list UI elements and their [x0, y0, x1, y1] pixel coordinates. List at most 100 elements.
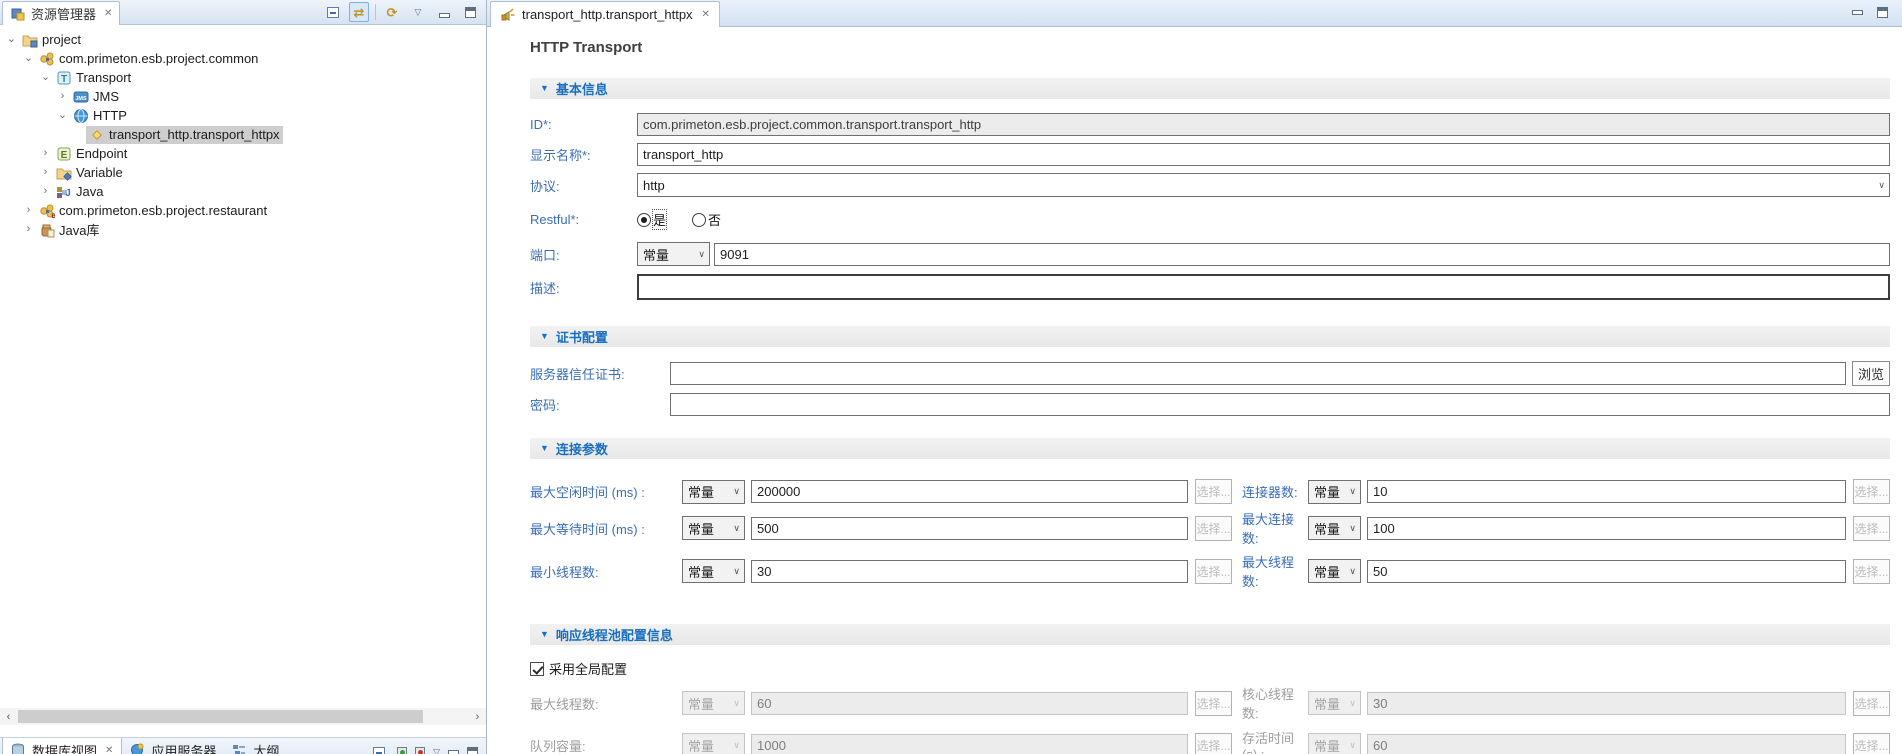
tab-app-server[interactable]: 应用服务器 [122, 738, 224, 754]
select-button[interactable]: 选择... [1853, 691, 1890, 716]
explorer-icon [10, 6, 26, 22]
max-idle-time-input[interactable] [751, 480, 1188, 503]
tree-row-project-common[interactable]: ⌄ com.primeton.esb.project.common [0, 49, 486, 68]
expander-open-icon[interactable]: ⌄ [55, 110, 70, 121]
description-textarea[interactable] [637, 274, 1890, 300]
server-start-icon[interactable] [397, 747, 407, 754]
expander-open-icon[interactable]: ⌄ [38, 72, 53, 83]
editor-tab-transport-http[interactable]: transport_http.transport_httpx ✕ [490, 1, 720, 27]
view-menu-icon[interactable]: ▽ [408, 2, 428, 22]
select-button[interactable]: 选择... [1853, 479, 1890, 504]
connector-count-input[interactable] [1367, 480, 1846, 503]
tree-row-project[interactable]: ⌄ project [0, 30, 486, 49]
section-connection-params[interactable]: ▼ 连接参数 [530, 438, 1890, 459]
toolbar-separator [375, 4, 376, 20]
field-restful: Restful*: 是 否 [530, 210, 1890, 229]
section-collapse-icon[interactable]: ▼ [540, 630, 549, 639]
select-button[interactable]: 选择... [1195, 733, 1232, 754]
section-certificate[interactable]: ▼ 证书配置 [530, 326, 1890, 347]
value-type-select[interactable]: 常量∨ [682, 480, 745, 504]
min-threads-input[interactable] [751, 560, 1188, 583]
section-collapse-icon[interactable]: ▼ [540, 84, 549, 93]
jms-icon: JMS [73, 89, 89, 105]
tree-row-variable[interactable]: › Variable [0, 163, 486, 182]
link-with-editor-icon[interactable]: ⇄ [349, 2, 369, 22]
max-threads-input[interactable] [1367, 560, 1846, 583]
collapse-all-icon[interactable] [323, 2, 343, 22]
bottom-tab-label: 应用服务器 [151, 741, 216, 754]
expander-closed-icon[interactable]: › [21, 205, 36, 216]
max-wait-time-input[interactable] [751, 517, 1188, 540]
section-basic-info[interactable]: ▼ 基本信息 [530, 78, 1890, 99]
tab-outline[interactable]: 大纲 [224, 738, 287, 754]
server-stop-icon[interactable] [415, 747, 425, 754]
refresh-icon[interactable]: ⟳ [382, 2, 402, 22]
tab-database-view[interactable]: 数据库视图 ✕ [2, 738, 122, 754]
endpoint-folder-icon: E [56, 146, 72, 162]
select-button[interactable]: 选择... [1195, 559, 1232, 584]
expander-closed-icon[interactable]: › [38, 186, 53, 197]
section-response-thread-pool[interactable]: ▼ 响应线程池配置信息 [530, 624, 1890, 645]
protocol-select[interactable]: http ∨ [637, 173, 1890, 197]
value-type-select[interactable]: 常量∨ [682, 559, 745, 583]
tree-row-jms[interactable]: › JMS JMS [0, 87, 486, 106]
explorer-horizontal-scrollbar[interactable]: ‹ › [0, 708, 486, 725]
expander-closed-icon[interactable]: › [38, 148, 53, 159]
value-type-select[interactable]: 常量∨ [682, 516, 745, 540]
tree-row-project-restaurant[interactable]: › B com.primeton.esb.project.restaurant [0, 201, 486, 220]
restful-no-label[interactable]: 否 [708, 210, 721, 229]
scroll-right-icon[interactable]: › [469, 711, 486, 723]
expander-closed-icon[interactable]: › [38, 167, 53, 178]
collapse-all-icon[interactable] [369, 742, 389, 754]
explorer-tabbar: 资源管理器 ✕ ⇄ ⟳ ▽ [0, 0, 486, 25]
port-input[interactable] [714, 243, 1890, 266]
max-connections-input[interactable] [1367, 517, 1846, 540]
restful-yes-label[interactable]: 是 [653, 210, 666, 229]
view-menu-icon[interactable]: ▽ [433, 747, 440, 754]
tree-row-transport[interactable]: ⌄ T Transport [0, 68, 486, 87]
maximize-view-icon[interactable] [460, 2, 480, 22]
expander-closed-icon[interactable]: › [21, 224, 36, 235]
section-title: 连接参数 [556, 439, 608, 458]
port-type-select[interactable]: 常量 ∨ [637, 242, 710, 266]
close-icon[interactable]: ✕ [702, 9, 710, 20]
minimize-view-icon[interactable] [434, 2, 454, 22]
global-config-checkbox[interactable] [530, 662, 544, 676]
restful-no-radio[interactable] [692, 213, 706, 227]
section-collapse-icon[interactable]: ▼ [540, 332, 549, 341]
section-collapse-icon[interactable]: ▼ [540, 444, 549, 453]
scroll-left-icon[interactable]: ‹ [0, 711, 17, 723]
select-button[interactable]: 选择... [1195, 516, 1232, 541]
select-button[interactable]: 选择... [1853, 559, 1890, 584]
browse-button[interactable]: 浏览 [1852, 361, 1890, 386]
minimize-editor-icon[interactable] [1852, 10, 1863, 15]
restful-yes-radio[interactable] [637, 213, 651, 227]
global-config-label[interactable]: 采用全局配置 [549, 659, 627, 678]
tree-row-java[interactable]: › J Java [0, 182, 486, 201]
value-type-select[interactable]: 常量∨ [1308, 480, 1361, 504]
expander-open-icon[interactable]: ⌄ [4, 34, 19, 45]
close-icon[interactable]: ✕ [104, 8, 112, 19]
scrollbar-thumb[interactable] [18, 710, 423, 723]
password-input[interactable] [670, 393, 1890, 416]
select-button[interactable]: 选择... [1853, 733, 1890, 754]
tree-row-java-lib[interactable]: › Java库 [0, 220, 486, 239]
minimize-view-icon[interactable] [448, 750, 459, 754]
trust-cert-input[interactable] [670, 362, 1846, 385]
value-type-select[interactable]: 常量∨ [1308, 559, 1361, 583]
select-button[interactable]: 选择... [1853, 516, 1890, 541]
maximize-editor-icon[interactable] [1877, 7, 1888, 18]
select-button[interactable]: 选择... [1195, 479, 1232, 504]
expander-open-icon[interactable]: ⌄ [21, 53, 36, 64]
outline-icon [232, 743, 248, 754]
tree-row-http[interactable]: ⌄ HTTP [0, 106, 486, 125]
tab-resource-explorer[interactable]: 资源管理器 ✕ [2, 1, 120, 25]
value-type-select[interactable]: 常量∨ [1308, 516, 1361, 540]
maximize-view-icon[interactable] [467, 747, 478, 754]
display-name-input[interactable] [637, 143, 1890, 166]
select-button[interactable]: 选择... [1195, 691, 1232, 716]
tree-row-transport-http[interactable]: transport_http.transport_httpx [0, 125, 486, 144]
expander-closed-icon[interactable]: › [55, 91, 70, 102]
tree-row-endpoint[interactable]: › E Endpoint [0, 144, 486, 163]
close-icon[interactable]: ✕ [105, 745, 113, 754]
